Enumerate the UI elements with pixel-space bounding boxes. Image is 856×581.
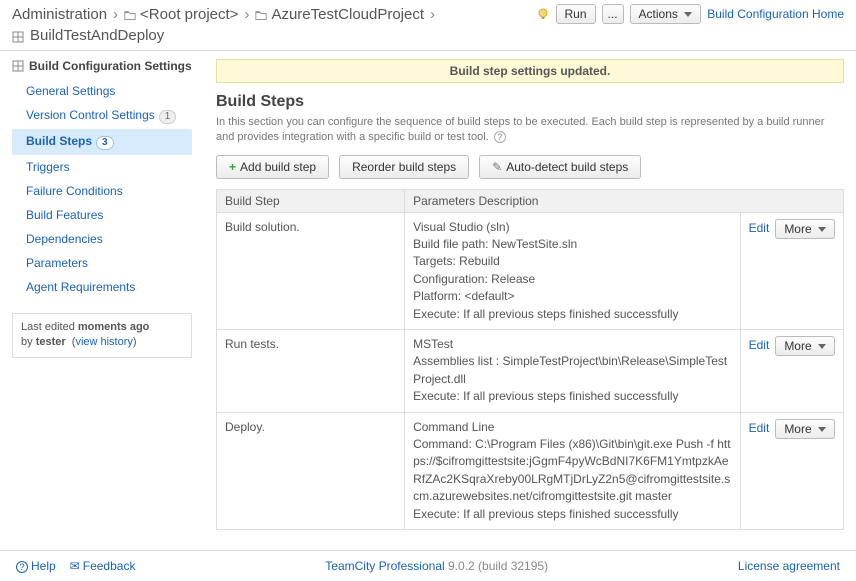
toolbar: +Add build step Reorder build steps ✎Aut…: [216, 155, 844, 179]
feedback-icon: ✉: [70, 559, 80, 573]
sidebar-item-link[interactable]: Build Steps3: [12, 132, 192, 152]
help-icon[interactable]: ?: [494, 131, 506, 143]
edit-link[interactable]: Edit: [749, 220, 770, 237]
run-options-button[interactable]: ...: [602, 4, 624, 24]
sidebar-item-failure-conditions[interactable]: Failure Conditions: [12, 179, 192, 203]
sidebar-item-link[interactable]: Version Control Settings1: [12, 106, 192, 126]
actions-button[interactable]: Actions: [630, 4, 702, 24]
bulb-icon[interactable]: [536, 7, 550, 21]
build-config-icon: [12, 60, 24, 72]
step-actions: Edit More: [740, 412, 843, 529]
col-params: Parameters Description: [405, 189, 844, 212]
step-name: Build solution.: [217, 212, 405, 329]
sidebar-item-link[interactable]: Parameters: [12, 254, 192, 272]
sidebar-item-build-features[interactable]: Build Features: [12, 203, 192, 227]
sidebar: Build Configuration Settings General Set…: [12, 59, 192, 530]
folder-icon: [255, 10, 267, 20]
table-row: Deploy.Command Line Command: C:\Program …: [217, 412, 844, 529]
sidebar-item-link[interactable]: Triggers: [12, 158, 192, 176]
edit-link[interactable]: Edit: [749, 420, 770, 437]
chevron-right-icon: ›: [244, 6, 249, 23]
run-button[interactable]: Run: [556, 4, 596, 24]
last-edited-box: Last edited moments ago by tester (view …: [12, 313, 192, 358]
caret-down-icon: [818, 427, 826, 432]
auto-detect-button[interactable]: ✎Auto-detect build steps: [479, 155, 641, 179]
sidebar-item-parameters[interactable]: Parameters: [12, 251, 192, 275]
sidebar-item-link[interactable]: Failure Conditions: [12, 182, 192, 200]
build-config-icon: [12, 30, 24, 42]
step-params: MSTest Assemblies list : SimpleTestProje…: [405, 330, 741, 413]
license-link[interactable]: License agreement: [738, 559, 840, 573]
caret-down-icon: [684, 12, 692, 17]
sidebar-item-link[interactable]: General Settings: [12, 82, 192, 100]
more-button[interactable]: More: [775, 419, 835, 439]
step-name: Deploy.: [217, 412, 405, 529]
wand-icon: ✎: [492, 160, 502, 174]
sidebar-item-version-control-settings[interactable]: Version Control Settings1: [12, 103, 192, 129]
build-config-home-link[interactable]: Build Configuration Home: [707, 7, 844, 21]
crumb-admin[interactable]: Administration: [12, 6, 107, 23]
step-params: Visual Studio (sln) Build file path: New…: [405, 212, 741, 329]
sidebar-item-link[interactable]: Agent Requirements: [12, 278, 192, 296]
plus-icon: +: [229, 160, 236, 174]
sidebar-item-dependencies[interactable]: Dependencies: [12, 227, 192, 251]
footer: ?Help ✉Feedback TeamCity Professional 9.…: [0, 550, 856, 581]
caret-down-icon: [818, 344, 826, 349]
sidebar-item-link[interactable]: Build Features: [12, 206, 192, 224]
help-link[interactable]: ?Help: [16, 559, 56, 573]
step-actions: Edit More: [740, 330, 843, 413]
sidebar-nav: General Settings Version Control Settings…: [12, 79, 192, 299]
success-banner: Build step settings updated.: [216, 59, 844, 83]
sidebar-item-general-settings[interactable]: General Settings: [12, 79, 192, 103]
sidebar-title: Build Configuration Settings: [12, 59, 192, 73]
sidebar-item-triggers[interactable]: Triggers: [12, 155, 192, 179]
step-name: Run tests.: [217, 330, 405, 413]
feedback-link[interactable]: ✉Feedback: [70, 559, 136, 573]
crumb-root[interactable]: <Root project>: [140, 6, 238, 23]
more-button[interactable]: More: [775, 219, 835, 239]
reorder-build-steps-button[interactable]: Reorder build steps: [339, 155, 469, 179]
view-history-link[interactable]: view history: [75, 336, 132, 348]
chevron-right-icon: ›: [113, 6, 118, 23]
header: Administration › <Root project> › AzureT…: [0, 0, 856, 51]
main: Build step settings updated. Build Steps…: [192, 59, 844, 530]
help-icon: ?: [16, 561, 28, 573]
folder-icon: [124, 10, 136, 20]
add-build-step-button[interactable]: +Add build step: [216, 155, 329, 179]
breadcrumb-current-label: BuildTestAndDeploy: [30, 27, 164, 44]
product-link[interactable]: TeamCity Professional: [325, 559, 444, 573]
sidebar-item-link[interactable]: Dependencies: [12, 230, 192, 248]
crumb-project[interactable]: AzureTestCloudProject: [271, 6, 424, 23]
header-actions: Run ... Actions Build Configuration Home: [536, 4, 844, 24]
footer-version: TeamCity Professional 9.0.2 (build 32195…: [325, 559, 548, 573]
chevron-right-icon: ›: [430, 6, 435, 23]
caret-down-icon: [818, 227, 826, 232]
table-row: Run tests.MSTest Assemblies list : Simpl…: [217, 330, 844, 413]
breadcrumb-current: BuildTestAndDeploy: [12, 27, 844, 44]
body: Build Configuration Settings General Set…: [0, 51, 856, 530]
badge: 1: [159, 110, 177, 124]
section-desc: In this section you can configure the se…: [216, 115, 844, 145]
edit-link[interactable]: Edit: [749, 337, 770, 354]
badge: 3: [96, 136, 114, 150]
table-row: Build solution.Visual Studio (sln) Build…: [217, 212, 844, 329]
col-build-step: Build Step: [217, 189, 405, 212]
build-steps-table: Build Step Parameters Description Build …: [216, 189, 844, 530]
step-actions: Edit More: [740, 212, 843, 329]
sidebar-item-agent-requirements[interactable]: Agent Requirements: [12, 275, 192, 299]
page-title: Build Steps: [216, 93, 844, 111]
sidebar-item-build-steps[interactable]: Build Steps3: [12, 129, 192, 155]
step-params: Command Line Command: C:\Program Files (…: [405, 412, 741, 529]
more-button[interactable]: More: [775, 336, 835, 356]
